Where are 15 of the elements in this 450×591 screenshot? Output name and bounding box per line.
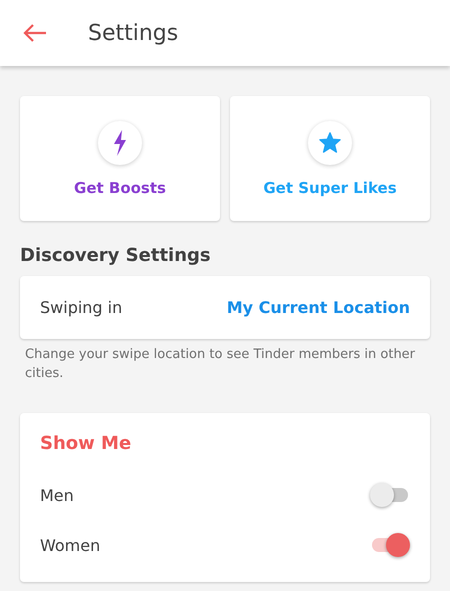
help-text: Change your swipe location to see Tinder members in other cities. bbox=[25, 346, 416, 383]
location-value: My Current Location bbox=[226, 298, 410, 317]
card-heading: Show Me bbox=[40, 433, 132, 454]
promo-card[interactable]: Get Boosts bbox=[20, 96, 220, 221]
star-icon bbox=[319, 132, 341, 153]
row-label: Swiping in bbox=[40, 298, 122, 317]
option-label: Women bbox=[40, 536, 100, 554]
toggle-switch[interactable] bbox=[370, 483, 410, 507]
back-button[interactable] bbox=[22, 23, 48, 43]
section-heading: Discovery Settings bbox=[20, 245, 212, 266]
location-row[interactable]: Swiping in My Current Location bbox=[20, 276, 430, 339]
page-title: Settings bbox=[88, 20, 178, 46]
lightning-icon bbox=[113, 130, 127, 156]
toggle-switch[interactable] bbox=[370, 533, 410, 557]
option-label: Men bbox=[40, 486, 74, 504]
